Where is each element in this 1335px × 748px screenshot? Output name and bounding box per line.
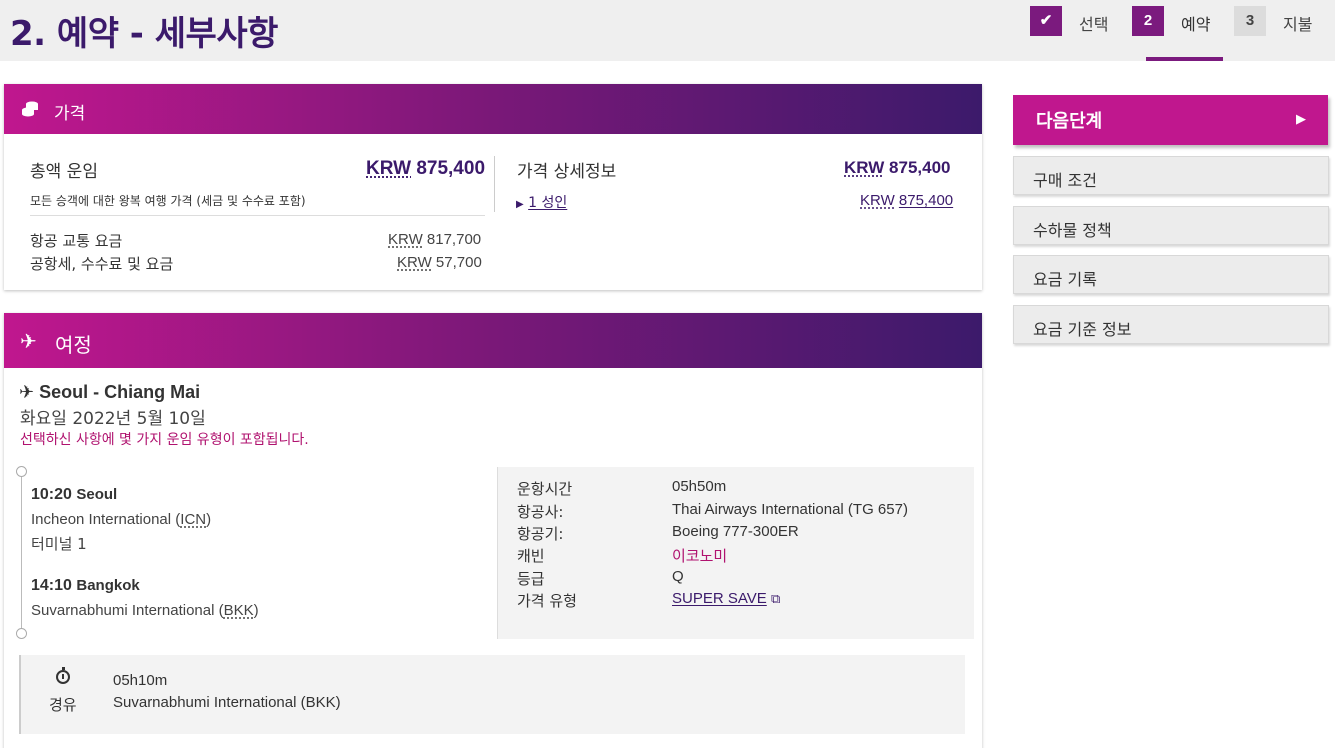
detail-label: 캐빈 bbox=[517, 547, 545, 565]
detail-value: Q bbox=[672, 568, 684, 585]
timeline-dot-start bbox=[16, 466, 27, 477]
price-row-label: 항공 교통 요금 bbox=[30, 232, 123, 250]
next-step-button[interactable]: 다음단계 ▶ bbox=[1013, 95, 1328, 145]
price-divider bbox=[30, 215, 485, 216]
stopover-airport: Suvarnabhumi International (BKK) bbox=[113, 694, 341, 711]
step-1-label: 선택 bbox=[1079, 15, 1109, 34]
page-title: 2. 예약 - 세부사항 bbox=[10, 14, 278, 54]
fare-type-link[interactable]: SUPER SAVE ⧉ bbox=[672, 590, 780, 607]
step-2-label: 예약 bbox=[1181, 15, 1211, 34]
timeline-line bbox=[21, 472, 22, 633]
detail-label: 등급 bbox=[517, 570, 545, 588]
passenger-link[interactable]: ▶ 1 성인 bbox=[516, 192, 567, 212]
city: Bangkok bbox=[76, 577, 140, 594]
cabin-value: 이코노미 bbox=[672, 547, 728, 565]
stopover-box: 경유 05h10m Suvarnabhumi International (BK… bbox=[19, 655, 965, 734]
currency-code: KRW bbox=[844, 158, 885, 177]
caret-right-icon: ▶ bbox=[1296, 111, 1306, 126]
route-title: ✈ Seoul - Chiang Mai bbox=[19, 382, 200, 403]
purchase-conditions-button[interactable]: 구매 조건 bbox=[1013, 156, 1329, 195]
step-1-check: ✔ bbox=[1030, 6, 1062, 36]
passenger-link-label[interactable]: 1 성인 bbox=[528, 195, 567, 211]
step-2-number: 2 bbox=[1132, 6, 1164, 36]
detail-label: 가격 유형 bbox=[517, 592, 577, 610]
detail-value: Boeing 777-300ER bbox=[672, 523, 799, 540]
total-fare-note: 모든 승객에 대한 왕복 여행 가격 (세금 및 수수료 포함) bbox=[30, 194, 306, 208]
currency-code: KRW bbox=[397, 254, 432, 271]
stopover-label: 경유 bbox=[49, 696, 77, 714]
currency-code: KRW bbox=[860, 192, 895, 209]
button-label: 구매 조건 bbox=[1033, 171, 1097, 190]
price-detail-amount: KRW 875,400 bbox=[844, 158, 950, 178]
flight-details-panel: 운항시간 05h50m 항공사: Thai Airways Internatio… bbox=[497, 467, 974, 639]
price-detail-title: 가격 상세정보 bbox=[517, 162, 617, 182]
amount: 817,700 bbox=[426, 231, 482, 248]
external-link-icon: ⧉ bbox=[770, 591, 781, 606]
column-divider bbox=[494, 156, 495, 212]
time: 14:10 bbox=[31, 577, 72, 594]
amount: 875,400 bbox=[889, 158, 951, 177]
detail-value: 05h50m bbox=[672, 478, 727, 495]
caret-right-icon: ▶ bbox=[516, 199, 524, 210]
page-header: 2. 예약 - 세부사항 ✔ 선택 2 예약 3 지불 bbox=[0, 0, 1335, 61]
total-fare-label: 총액 운임 bbox=[30, 162, 98, 182]
passenger-amount: KRW 875,400 bbox=[860, 192, 953, 209]
price-section-title: 가격 bbox=[54, 104, 86, 124]
stopwatch-icon bbox=[56, 667, 70, 684]
detail-value: Thai Airways International (TG 657) bbox=[672, 501, 908, 518]
flight-date: 화요일 2022년 5월 10일 bbox=[20, 409, 206, 429]
price-card: 가격 총액 운임 KRW 875,400 모든 승객에 대한 왕복 여행 가격 … bbox=[4, 84, 982, 290]
step-3-number: 3 bbox=[1234, 6, 1266, 36]
step-3-label: 지불 bbox=[1283, 15, 1313, 34]
airport-name: Suvarnabhumi International ( bbox=[31, 602, 224, 619]
amount: 875,400 bbox=[898, 192, 954, 209]
itinerary-header: ✈ 여정 bbox=[4, 313, 982, 368]
price-row-amount: KRW 817,700 bbox=[388, 231, 481, 248]
itinerary-section-title: 여정 bbox=[55, 333, 92, 357]
baggage-policy-button[interactable]: 수하물 정책 bbox=[1013, 206, 1329, 245]
amount: 57,700 bbox=[435, 254, 482, 271]
timeline-dot-end bbox=[16, 628, 27, 639]
airport-close: ) bbox=[253, 602, 259, 619]
checkmark-icon: ✔ bbox=[1039, 12, 1053, 29]
airport-name: Incheon International ( bbox=[31, 511, 181, 528]
price-row-label: 공항세, 수수료 및 요금 bbox=[30, 255, 174, 273]
stopover-duration: 05h10m bbox=[113, 672, 168, 689]
button-label: 요금 기록 bbox=[1033, 270, 1097, 289]
total-fare-amount: KRW 875,400 bbox=[366, 158, 485, 180]
itinerary-card: ✈ 여정 ✈ Seoul - Chiang Mai 화요일 2022년 5월 1… bbox=[4, 313, 982, 748]
arrival-airport: Suvarnabhumi International (BKK) bbox=[31, 602, 259, 619]
detail-label: 운항시간 bbox=[517, 480, 573, 498]
detail-label: 항공기: bbox=[517, 525, 564, 543]
detail-label: 항공사: bbox=[517, 503, 564, 521]
departure-time: 10:20 Seoul bbox=[31, 486, 117, 504]
time: 10:20 bbox=[31, 486, 72, 503]
fare-rules-button[interactable]: 요금 기준 정보 bbox=[1013, 305, 1329, 344]
price-header: 가격 bbox=[4, 84, 982, 134]
price-row-amount: KRW 57,700 bbox=[397, 254, 482, 271]
fare-type-warning: 선택하신 사항에 몇 가지 운임 유형이 포함됩니다. bbox=[20, 432, 309, 448]
route-label: Seoul - Chiang Mai bbox=[39, 382, 201, 402]
next-step-label: 다음단계 bbox=[1036, 111, 1103, 132]
airport-code: BKK bbox=[223, 602, 254, 619]
airport-close: ) bbox=[206, 511, 212, 528]
arrival-time: 14:10 Bangkok bbox=[31, 577, 140, 595]
coins-icon bbox=[22, 101, 38, 117]
airplane-icon: ✈ bbox=[19, 382, 35, 402]
currency-code: KRW bbox=[366, 158, 412, 179]
currency-code: KRW bbox=[388, 231, 423, 248]
fare-type-label[interactable]: SUPER SAVE bbox=[672, 590, 767, 607]
departure-terminal: 터미널 1 bbox=[31, 535, 87, 553]
button-label: 수하물 정책 bbox=[1033, 221, 1112, 240]
fare-history-button[interactable]: 요금 기록 bbox=[1013, 255, 1329, 294]
city: Seoul bbox=[76, 486, 118, 503]
airport-code: ICN bbox=[180, 511, 207, 528]
total-amount: 875,400 bbox=[416, 158, 486, 179]
button-label: 요금 기준 정보 bbox=[1033, 320, 1132, 339]
airplane-icon: ✈ bbox=[20, 331, 37, 353]
departure-airport: Incheon International (ICN) bbox=[31, 511, 211, 528]
